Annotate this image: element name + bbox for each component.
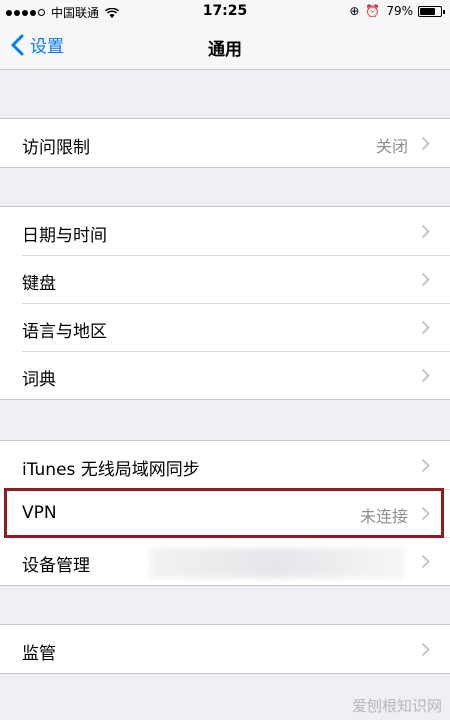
chevron-right-icon <box>421 368 430 383</box>
row-label: 设备管理 <box>22 556 90 576</box>
chevron-right-icon <box>421 458 430 473</box>
settings-group-general: 日期与时间 键盘 语言与地区 词典 <box>0 206 450 400</box>
chevron-right-icon <box>421 554 430 569</box>
settings-group-restrictions: 访问限制 关闭 <box>0 118 450 168</box>
row-label: 键盘 <box>22 274 56 294</box>
chevron-right-icon <box>421 136 430 151</box>
row-restrictions[interactable]: 访问限制 关闭 <box>0 119 450 167</box>
row-label: 访问限制 <box>22 138 90 158</box>
status-right: ⊕ ⏰ 79% <box>343 4 445 18</box>
battery-percent: 79% <box>386 4 413 18</box>
row-itunes-wifi-sync[interactable]: iTunes 无线局域网同步 <box>0 441 450 489</box>
row-date-time[interactable]: 日期与时间 <box>0 207 450 255</box>
status-bar: 中国联通 17:25 ⊕ ⏰ 79% <box>0 0 450 24</box>
redacted-blur <box>150 548 405 578</box>
chevron-right-icon <box>421 272 430 287</box>
row-label: VPN <box>22 503 57 523</box>
row-dictionary[interactable]: 词典 <box>0 351 450 399</box>
battery-icon <box>418 5 445 17</box>
row-label: 日期与时间 <box>22 226 107 246</box>
chevron-right-icon <box>421 642 430 657</box>
navigation-bar: 设置 通用 <box>0 24 450 70</box>
chevron-right-icon <box>421 320 430 335</box>
row-keyboard[interactable]: 键盘 <box>0 255 450 303</box>
row-vpn[interactable]: VPN 未连接 <box>0 489 450 537</box>
watermark: 爱刨根知识网 <box>351 697 442 715</box>
row-language-region[interactable]: 语言与地区 <box>0 303 450 351</box>
row-value: 关闭 <box>375 137 408 156</box>
row-label: 词典 <box>22 370 56 390</box>
chevron-right-icon <box>421 224 430 239</box>
row-label: iTunes 无线局域网同步 <box>22 460 200 480</box>
chevron-right-icon <box>421 506 430 521</box>
orientation-lock-icon: ⊕ <box>349 4 360 18</box>
row-label: 监管 <box>22 644 56 664</box>
row-value: 未连接 <box>359 507 408 526</box>
page-title: 通用 <box>208 40 242 60</box>
alarm-icon: ⏰ <box>365 4 381 18</box>
row-supervision[interactable]: 监管 <box>0 625 450 673</box>
settings-group-supervision: 监管 <box>0 624 450 674</box>
row-label: 语言与地区 <box>22 322 107 342</box>
